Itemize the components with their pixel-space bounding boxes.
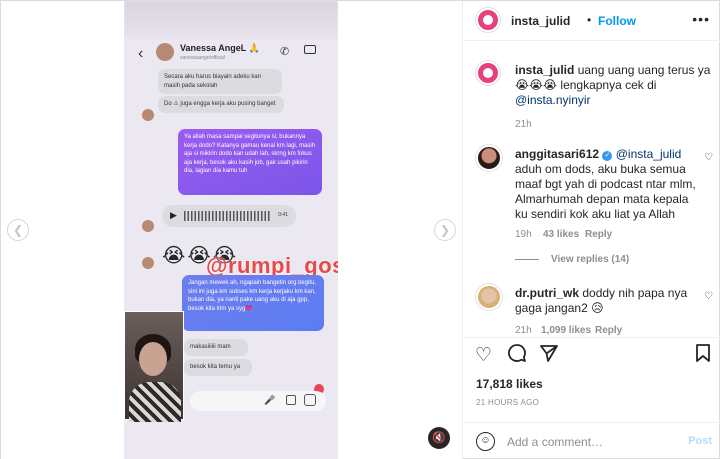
chat-header: ‹ Vanessa AngeL 🙏 vanessaangelofficial ✆	[124, 41, 338, 69]
heart-icon[interactable]: ♡	[475, 344, 492, 367]
waveform	[184, 211, 270, 221]
instagram-post-modal: ❮ ❯ ‹ Vanessa AngeL 🙏 vanessaangeloffici…	[0, 0, 720, 459]
chat-message: makasiiiiii mam	[184, 339, 248, 356]
inset-face	[139, 342, 167, 376]
comment-line: Almarhumah depan mata kepala	[515, 192, 689, 206]
chat-avatar-small	[142, 109, 154, 121]
comment-likes[interactable]: 1,099 likes	[541, 325, 591, 336]
mention-link[interactable]: @insta.nyinyir	[515, 93, 591, 107]
chat-message: Secara aku harus biayain adeku kan masih…	[158, 69, 282, 94]
mute-icon[interactable]: 🔇	[428, 427, 450, 449]
avatar[interactable]	[476, 8, 500, 32]
like-count[interactable]: 17,818 likes	[476, 377, 543, 391]
chat-message: besok kita temu ya	[184, 359, 252, 376]
next-arrow-icon[interactable]: ❯	[434, 219, 456, 241]
post-time[interactable]: 21 HOURS AGO	[476, 398, 539, 407]
caption-username[interactable]: insta_julid	[515, 63, 574, 77]
post-sidebar: insta_julid • Follow ••• insta_julid uan…	[462, 1, 720, 459]
microphone-icon: 🎤	[264, 395, 276, 405]
image-icon	[286, 395, 296, 405]
play-icon: ▶	[170, 210, 177, 220]
post-comment-button[interactable]: Post	[688, 435, 712, 447]
previous-arrow-icon[interactable]: ❮	[7, 219, 29, 241]
chat-avatar-small	[142, 257, 154, 269]
post-username[interactable]: insta_julid	[511, 14, 570, 28]
phone-icon: ✆	[280, 46, 290, 58]
inset-body	[129, 382, 181, 422]
caption-line: 😭😭😭 lengkapnya cek di	[515, 78, 657, 92]
voice-message: ▶ 0:41	[162, 205, 296, 227]
commenter-avatar[interactable]	[476, 284, 502, 310]
caption-time[interactable]: 21h	[515, 119, 532, 130]
commenter-avatar[interactable]	[476, 145, 502, 171]
post-header: insta_julid • Follow •••	[463, 1, 720, 41]
comment-line: gaga jangan2 😥	[515, 301, 604, 315]
blurred-status-bar	[124, 1, 338, 39]
verified-badge-icon: ✓	[602, 151, 613, 161]
more-horizontal-icon[interactable]: •••	[692, 11, 710, 27]
reply-button[interactable]: Reply	[585, 229, 612, 240]
comment-line: aduh om dods, aku buka semua	[515, 162, 686, 176]
comment-time[interactable]: 21h	[515, 325, 532, 336]
comment-likes[interactable]: 43 likes	[543, 229, 579, 240]
chat-input-bar: 🎤	[190, 391, 326, 411]
comment-line: ku sendiri kok aku liat ya Allah	[515, 207, 676, 221]
voice-duration: 0:41	[278, 212, 288, 218]
post-media[interactable]: ❮ ❯ ‹ Vanessa AngeL 🙏 vanessaangeloffici…	[1, 1, 462, 459]
follow-button[interactable]: Follow	[598, 14, 636, 28]
add-comment-bar: ☺ Post	[463, 422, 720, 459]
sticker-icon	[304, 394, 316, 406]
chat-message: Jangan mewek ah, ngapain bangetin org be…	[182, 275, 324, 331]
chat-message: Do ⚠ juga engga kerja aku pusing banget	[158, 96, 284, 113]
replies-divider	[515, 259, 539, 260]
comment-text: anggitasari612 ✓ @insta_julid aduh om do…	[515, 147, 715, 222]
comment-line: maaf bgt yah di podcast ntar mlm,	[515, 177, 696, 191]
emoji-icon[interactable]: ☺	[476, 432, 495, 451]
chat-message: Ya allah masa sampai segitunya si, bukan…	[178, 129, 322, 195]
comment-icon[interactable]	[507, 343, 527, 369]
comment-text: dr.putri_wk doddy nih papa nya gaga jang…	[515, 286, 705, 316]
video-call-icon	[304, 45, 316, 54]
comment-username[interactable]: anggitasari612	[515, 147, 599, 161]
share-icon[interactable]	[539, 343, 559, 369]
chat-avatar	[156, 43, 174, 61]
mention-link[interactable]: @insta_julid	[616, 147, 682, 161]
view-replies-button[interactable]: View replies (14)	[551, 254, 629, 265]
separator-dot: •	[587, 13, 592, 27]
chat-screenshot: ‹ Vanessa AngeL 🙏 vanessaangelofficial ✆…	[124, 1, 338, 459]
back-icon: ‹	[138, 45, 144, 62]
like-comment-heart-icon[interactable]: ♡	[704, 291, 713, 302]
comment-input[interactable]	[507, 433, 677, 451]
chat-name: Vanessa AngeL 🙏	[180, 43, 260, 53]
caption-line: uang uang uang terus ya	[577, 63, 711, 77]
comment-meta-clip: 21h 1,099 likes Reply	[463, 319, 720, 337]
video-inset	[124, 311, 184, 422]
bookmark-icon[interactable]	[695, 343, 711, 369]
chat-avatar-small	[142, 220, 154, 232]
reply-button[interactable]: Reply	[595, 325, 622, 336]
action-bar: ♡	[463, 337, 720, 373]
like-comment-heart-icon[interactable]: ♡	[704, 152, 713, 163]
caption-text: insta_julid uang uang uang terus ya 😭😭😭 …	[515, 63, 715, 108]
comment-line: doddy nih papa nya	[582, 286, 688, 300]
chat-handle: vanessaangelofficial	[180, 55, 225, 61]
caption-avatar[interactable]	[476, 61, 500, 85]
comment-username[interactable]: dr.putri_wk	[515, 286, 579, 300]
comment-time[interactable]: 19h	[515, 229, 532, 240]
